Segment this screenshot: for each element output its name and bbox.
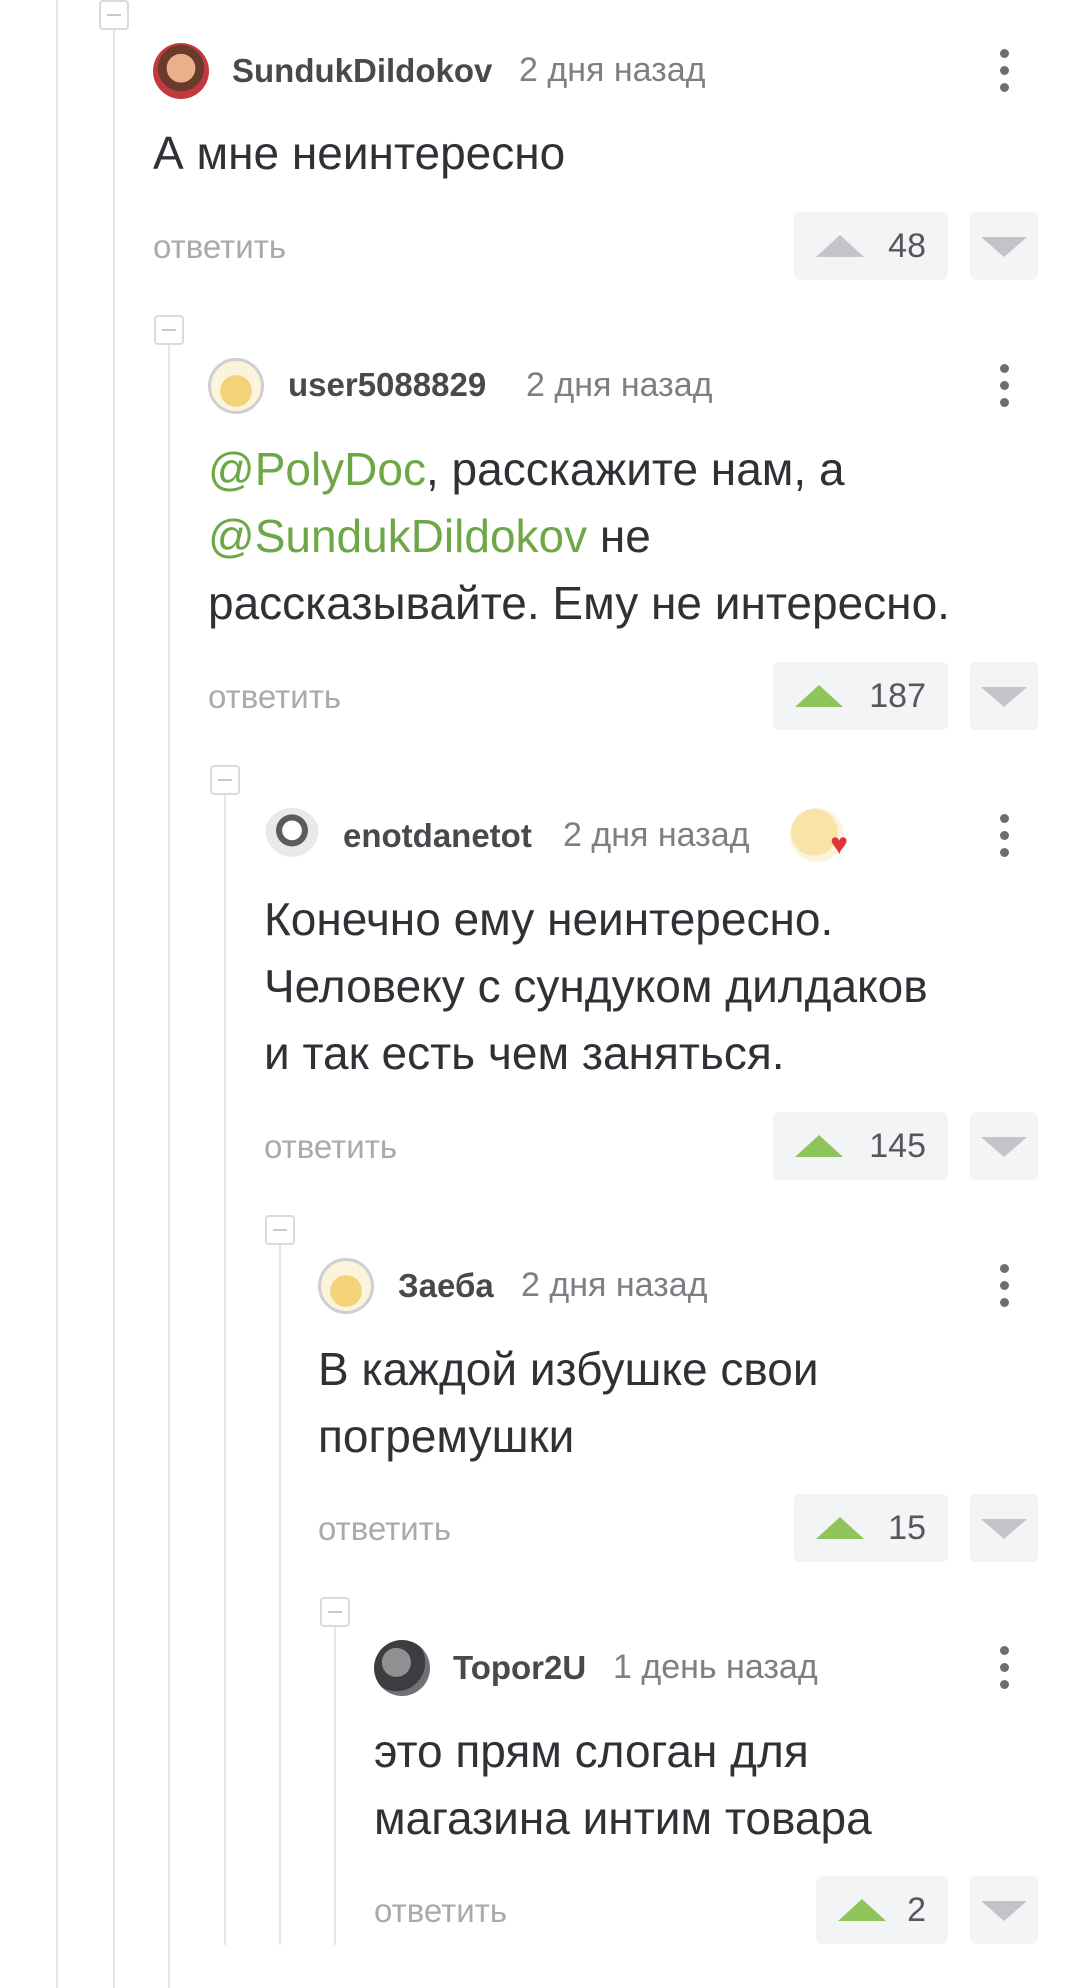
downvote-arrow-icon bbox=[981, 1137, 1027, 1157]
downvote-button[interactable] bbox=[970, 212, 1038, 280]
thread-line bbox=[56, 0, 58, 1988]
upvote-button[interactable]: 2 bbox=[816, 1876, 948, 1944]
comment-time: 2 дня назад bbox=[521, 1266, 708, 1304]
comment-text: @PolyDoc, расскажите нам, а @SundukDildo… bbox=[208, 436, 950, 637]
comment-line: Человеку с сундуком дилдаков bbox=[264, 960, 928, 1012]
comment-line: это прям слоган для bbox=[374, 1725, 809, 1777]
upvote-arrow-icon bbox=[816, 235, 864, 257]
thread-line bbox=[279, 1245, 281, 1945]
comment-line: В каждой избушке свои bbox=[318, 1343, 819, 1395]
thread-line bbox=[224, 795, 226, 1945]
comment-text-fragment: не bbox=[587, 510, 651, 562]
comment-username[interactable]: Topor2U bbox=[453, 1649, 586, 1687]
more-options-icon[interactable] bbox=[990, 1642, 1020, 1694]
comment-line: рассказывайте. Ему не интересно. bbox=[208, 577, 950, 629]
upvote-arrow-icon bbox=[795, 685, 843, 707]
thread-line bbox=[168, 345, 170, 1988]
comment-line: Конечно ему неинтересно. bbox=[264, 893, 834, 945]
comment-username[interactable]: Заеба bbox=[398, 1267, 494, 1305]
comment-text: А мне неинтересно bbox=[153, 120, 565, 187]
comment-line: @SundukDildokov не bbox=[208, 503, 950, 570]
downvote-arrow-icon bbox=[981, 1519, 1027, 1539]
heart-badge-icon: ♥ bbox=[790, 808, 848, 862]
collapse-thread-button[interactable] bbox=[99, 0, 129, 30]
comment-line: погремушки bbox=[318, 1410, 575, 1462]
rating-count: 2 bbox=[907, 1890, 926, 1929]
comment-text: это прям слоган для магазина интим товар… bbox=[374, 1718, 872, 1852]
downvote-button[interactable] bbox=[970, 1876, 1038, 1944]
raccoon-avatar[interactable] bbox=[264, 808, 320, 864]
comment-line: А мне неинтересно bbox=[153, 127, 566, 179]
collapse-thread-button[interactable] bbox=[154, 315, 184, 345]
rating-count: 187 bbox=[869, 676, 926, 715]
more-options-icon[interactable] bbox=[990, 45, 1020, 97]
user-mention-link[interactable]: @SundukDildokov bbox=[208, 510, 587, 562]
thread-line bbox=[334, 1627, 336, 1945]
default-smiley-avatar[interactable] bbox=[208, 358, 264, 414]
collapse-thread-button[interactable] bbox=[210, 765, 240, 795]
downvote-button[interactable] bbox=[970, 662, 1038, 730]
more-options-icon[interactable] bbox=[990, 1260, 1020, 1312]
downvote-button[interactable] bbox=[970, 1494, 1038, 1562]
comment-time: 2 дня назад bbox=[526, 366, 713, 404]
rating-count: 145 bbox=[869, 1126, 926, 1165]
comment-text: В каждой избушке свои погремушки bbox=[318, 1336, 819, 1470]
downvote-arrow-icon bbox=[981, 687, 1027, 707]
thread-line bbox=[113, 28, 115, 1988]
rating-count: 15 bbox=[888, 1508, 926, 1547]
user-photo-avatar[interactable] bbox=[153, 43, 209, 99]
comment-text: Конечно ему неинтересно. Человеку с сунд… bbox=[264, 886, 928, 1087]
comment-time: 1 день назад bbox=[613, 1648, 818, 1686]
upvote-arrow-icon bbox=[816, 1517, 864, 1539]
upvote-arrow-icon bbox=[795, 1135, 843, 1157]
reply-button[interactable]: ответить bbox=[208, 678, 341, 716]
upvote-button[interactable]: 145 bbox=[773, 1112, 948, 1180]
upvote-arrow-icon bbox=[838, 1899, 886, 1921]
upvote-button[interactable]: 48 bbox=[794, 212, 948, 280]
photo-avatar[interactable] bbox=[374, 1640, 430, 1696]
comment-username[interactable]: enotdanetot bbox=[343, 817, 532, 855]
reply-button[interactable]: ответить bbox=[153, 228, 286, 266]
comment-time: 2 дня назад bbox=[563, 816, 750, 854]
downvote-button[interactable] bbox=[970, 1112, 1038, 1180]
reply-button[interactable]: ответить bbox=[318, 1510, 451, 1548]
rating-count: 48 bbox=[888, 226, 926, 265]
reply-button[interactable]: ответить bbox=[374, 1892, 507, 1930]
downvote-arrow-icon bbox=[981, 1901, 1027, 1921]
comment-text-fragment: , расскажите нам, а bbox=[425, 443, 845, 495]
comment-username[interactable]: user5088829 bbox=[288, 366, 486, 404]
more-options-icon[interactable] bbox=[990, 810, 1020, 862]
collapse-thread-button[interactable] bbox=[265, 1215, 295, 1245]
reply-button[interactable]: ответить bbox=[264, 1128, 397, 1166]
downvote-arrow-icon bbox=[981, 237, 1027, 257]
comment-line: магазина интим товара bbox=[374, 1792, 872, 1844]
comment-line: и так есть чем заняться. bbox=[264, 1027, 785, 1079]
default-smiley-avatar[interactable] bbox=[318, 1258, 374, 1314]
upvote-button[interactable]: 187 bbox=[773, 662, 948, 730]
comment-line: @PolyDoc, расскажите нам, а bbox=[208, 436, 950, 503]
user-mention-link[interactable]: @PolyDoc bbox=[208, 443, 426, 495]
upvote-button[interactable]: 15 bbox=[794, 1494, 948, 1562]
comment-username[interactable]: SundukDildokov bbox=[232, 52, 492, 90]
comment-time: 2 дня назад bbox=[519, 51, 706, 89]
more-options-icon[interactable] bbox=[990, 360, 1020, 412]
collapse-thread-button[interactable] bbox=[320, 1597, 350, 1627]
